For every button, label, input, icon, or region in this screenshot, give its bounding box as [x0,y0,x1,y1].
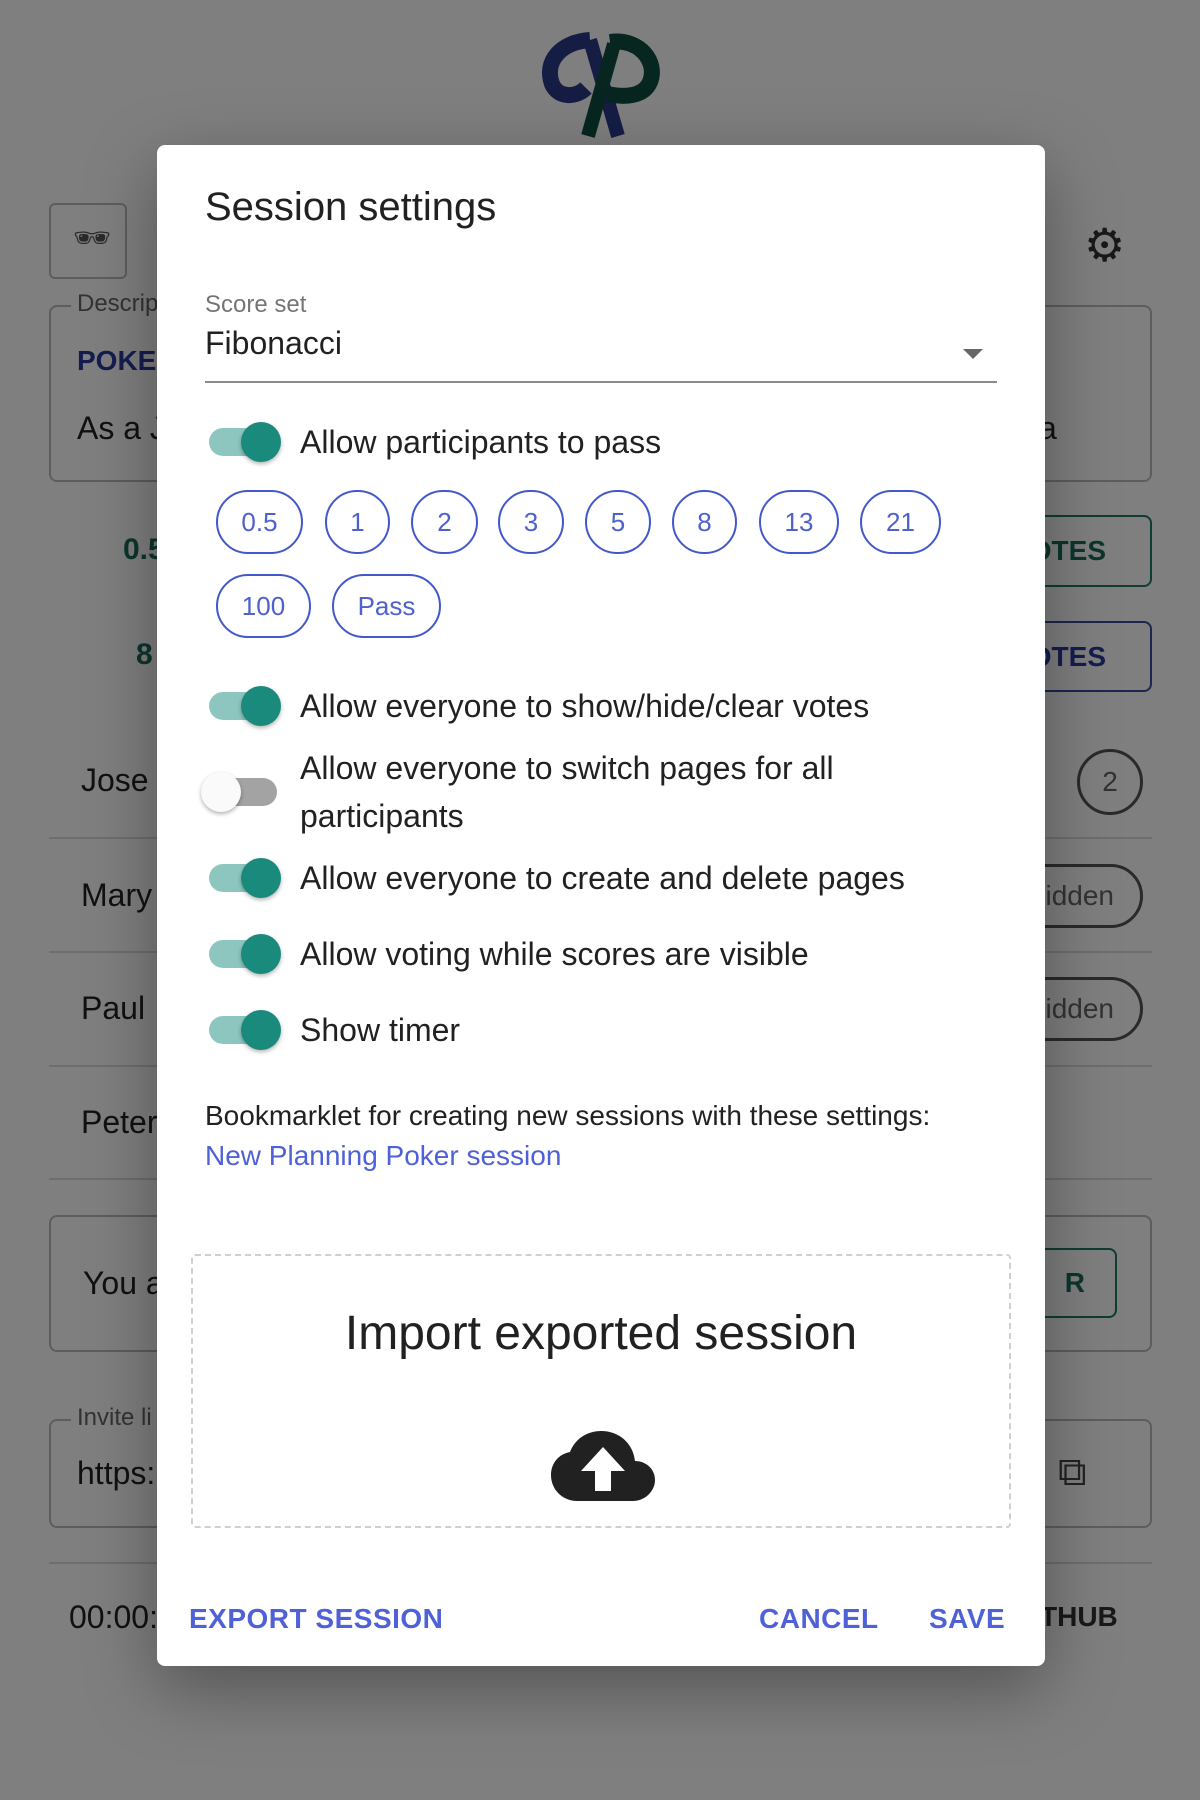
import-title: Import exported session [344,1307,858,1360]
toggle-label: Allow participants to pass [300,424,662,460]
bookmarklet-link[interactable]: New Planning Poker session [205,1140,561,1172]
toggle-row: Allow everyone to create and delete page… [205,854,905,902]
toggle-label: Allow everyone to switch pages for all p… [300,750,834,834]
toggle-label: Allow everyone to show/hide/clear votes [300,688,870,724]
voting-while-visible-toggle[interactable] [205,934,281,974]
dropdown-arrow-icon [963,349,983,359]
score-chip[interactable]: 0.5 [216,490,303,554]
score-set-select[interactable]: Fibonacci [205,325,997,383]
bookmarklet-text: Bookmarklet for creating new sessions wi… [205,1100,931,1131]
toggle-row: Allow voting while scores are visible [205,930,809,978]
score-chip[interactable]: 8 [672,490,737,554]
session-settings-dialog: Session settings Score set Fibonacci All… [157,145,1045,1666]
score-chip[interactable]: 21 [860,490,941,554]
export-session-button[interactable]: EXPORT SESSION [189,1595,443,1643]
create-delete-pages-toggle[interactable] [205,858,281,898]
cloud-upload-icon [551,1431,655,1501]
score-set-value: Fibonacci [205,325,342,361]
dialog-title: Session settings [205,185,497,229]
score-chip[interactable]: 13 [759,490,839,554]
score-set-label: Score set [205,291,307,318]
toggle-row: Allow participants to pass [205,418,661,466]
score-chip[interactable]: 1 [325,490,390,554]
score-chip[interactable]: 100 [216,574,311,638]
allow-pass-toggle[interactable] [205,422,281,462]
cancel-button[interactable]: CANCEL [759,1595,879,1643]
show-hide-votes-toggle[interactable] [205,686,281,726]
import-dropzone[interactable]: Import exported session [191,1254,1011,1528]
show-timer-toggle[interactable] [205,1010,281,1050]
toggle-row: Show timer [205,1006,460,1054]
toggle-label: Allow everyone to create and delete page… [300,860,905,896]
toggle-row: Allow everyone to switch pages for all p… [201,744,860,840]
toggle-label: Show timer [300,1012,461,1048]
toggle-row: Allow everyone to show/hide/clear votes [205,682,869,730]
save-button[interactable]: SAVE [929,1595,1005,1643]
score-chip[interactable]: 5 [585,490,651,554]
score-chip[interactable]: 2 [411,490,478,554]
score-chip[interactable]: Pass [332,574,441,638]
score-chip[interactable]: 3 [498,490,564,554]
switch-pages-toggle[interactable] [201,772,281,812]
toggle-label: Allow voting while scores are visible [300,936,809,972]
